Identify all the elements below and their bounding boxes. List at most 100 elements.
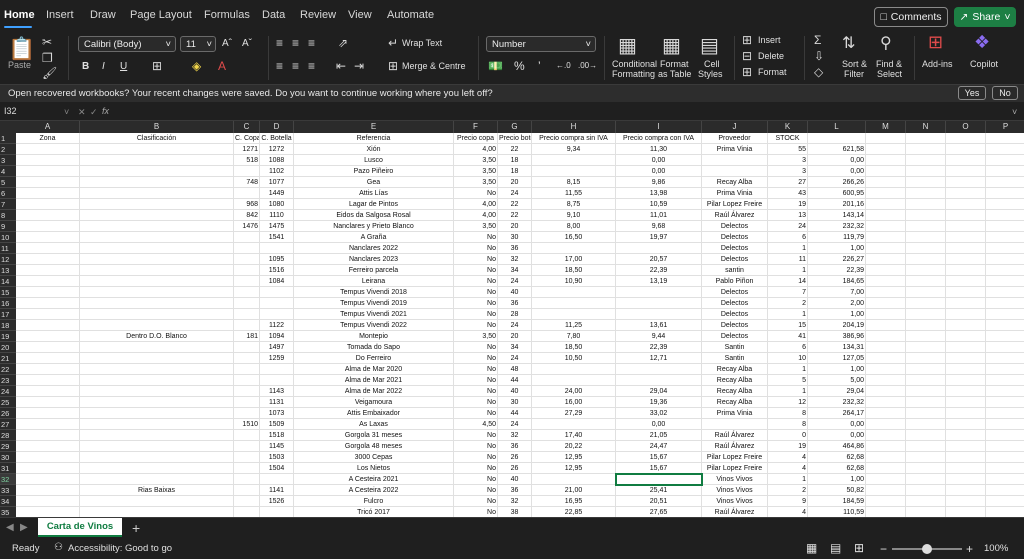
- cell[interactable]: No: [454, 254, 498, 265]
- cell[interactable]: 1541: [260, 232, 294, 243]
- cell[interactable]: 1259: [260, 353, 294, 364]
- fill-color-icon[interactable]: ◈: [192, 60, 201, 72]
- cell[interactable]: Tempus Vivendi 2022: [294, 320, 454, 331]
- cell[interactable]: 7: [768, 287, 808, 298]
- cell[interactable]: 50,82: [808, 485, 866, 496]
- cell[interactable]: [532, 474, 616, 485]
- cell[interactable]: 44: [498, 408, 532, 419]
- align-right-icon[interactable]: ≡: [308, 60, 315, 72]
- cell[interactable]: [260, 507, 294, 517]
- cell[interactable]: [866, 199, 906, 210]
- cell[interactable]: [532, 375, 616, 386]
- cell[interactable]: [946, 452, 986, 463]
- row-header[interactable]: 15: [0, 287, 16, 298]
- cell[interactable]: Tempus Vivendi 2018: [294, 287, 454, 298]
- cell[interactable]: 22: [498, 144, 532, 155]
- cell[interactable]: 22: [498, 199, 532, 210]
- cell[interactable]: [616, 243, 702, 254]
- cell[interactable]: [234, 485, 260, 496]
- cell[interactable]: [234, 309, 260, 320]
- paste-icon[interactable]: 📋: [8, 38, 35, 60]
- cell[interactable]: 1449: [260, 188, 294, 199]
- column-header-e[interactable]: E: [294, 121, 454, 133]
- cell[interactable]: [234, 232, 260, 243]
- cell[interactable]: [986, 452, 1024, 463]
- cell[interactable]: [16, 496, 80, 507]
- cell[interactable]: 127,05: [808, 353, 866, 364]
- decrease-decimal-icon[interactable]: .00→: [578, 61, 597, 70]
- cell[interactable]: 9: [768, 496, 808, 507]
- row-header[interactable]: 17: [0, 309, 16, 320]
- cell[interactable]: No: [454, 485, 498, 496]
- cell[interactable]: 34: [498, 265, 532, 276]
- cell[interactable]: [946, 276, 986, 287]
- cell[interactable]: [16, 144, 80, 155]
- cell[interactable]: No: [454, 507, 498, 517]
- worksheet-grid[interactable]: ABCDEFGHIJKLMNOPQ 1234567891011121314151…: [0, 121, 1024, 517]
- cell[interactable]: No: [454, 309, 498, 320]
- cell[interactable]: 20,57: [616, 254, 702, 265]
- cell[interactable]: 20: [498, 221, 532, 232]
- cell[interactable]: [946, 485, 986, 496]
- cell[interactable]: [946, 419, 986, 430]
- cell[interactable]: 0,00: [808, 419, 866, 430]
- cell[interactable]: [986, 276, 1024, 287]
- cell[interactable]: [866, 177, 906, 188]
- row-header[interactable]: 33: [0, 485, 16, 496]
- cell[interactable]: [16, 199, 80, 210]
- cell[interactable]: [866, 430, 906, 441]
- cell[interactable]: [866, 309, 906, 320]
- cell[interactable]: [16, 419, 80, 430]
- page-layout-view-icon[interactable]: ▤: [830, 541, 841, 555]
- cell[interactable]: 28: [498, 309, 532, 320]
- row-header[interactable]: 28: [0, 430, 16, 441]
- cell[interactable]: [234, 408, 260, 419]
- cell[interactable]: 62,68: [808, 452, 866, 463]
- cell[interactable]: Raúl Álvarez: [702, 210, 768, 221]
- cell[interactable]: [946, 320, 986, 331]
- row-header[interactable]: 35: [0, 507, 16, 517]
- cell[interactable]: [946, 243, 986, 254]
- cell[interactable]: 1476: [234, 221, 260, 232]
- comma-icon[interactable]: ’: [538, 59, 541, 73]
- cell[interactable]: 30: [498, 232, 532, 243]
- sort-filter-button[interactable]: Sort &: [842, 59, 867, 69]
- cell[interactable]: 7,00: [808, 287, 866, 298]
- row-header[interactable]: 25: [0, 397, 16, 408]
- cell[interactable]: [986, 320, 1024, 331]
- cell[interactable]: [986, 155, 1024, 166]
- cell[interactable]: Attis Lías: [294, 188, 454, 199]
- formula-input[interactable]: [124, 106, 1014, 119]
- cell[interactable]: 36: [498, 485, 532, 496]
- cell[interactable]: 16,95: [532, 496, 616, 507]
- cell[interactable]: [16, 364, 80, 375]
- cell[interactable]: Referencia: [294, 133, 454, 144]
- cell[interactable]: 40: [498, 287, 532, 298]
- row-header[interactable]: 14: [0, 276, 16, 287]
- cell[interactable]: [80, 155, 234, 166]
- cell[interactable]: [234, 188, 260, 199]
- column-header-p[interactable]: P: [986, 121, 1024, 133]
- cell[interactable]: 38: [498, 507, 532, 517]
- cell[interactable]: 34: [498, 342, 532, 353]
- cell[interactable]: No: [454, 320, 498, 331]
- cell[interactable]: 1,00: [808, 474, 866, 485]
- expand-formula-icon[interactable]: ˅: [1012, 107, 1017, 117]
- cell[interactable]: [80, 188, 234, 199]
- cell[interactable]: No: [454, 496, 498, 507]
- cell[interactable]: [16, 408, 80, 419]
- italic-button[interactable]: I: [102, 61, 105, 72]
- cell[interactable]: 19,36: [616, 397, 702, 408]
- cell[interactable]: [906, 386, 946, 397]
- cell[interactable]: No: [454, 408, 498, 419]
- cell[interactable]: 0: [768, 430, 808, 441]
- cell[interactable]: [906, 353, 946, 364]
- zoom-out-button[interactable]: −: [880, 542, 887, 556]
- cell[interactable]: Delectos: [702, 243, 768, 254]
- cell[interactable]: Precio copa: [454, 133, 498, 144]
- tab-review[interactable]: Review: [300, 9, 336, 21]
- prev-sheet-icon[interactable]: ◀: [6, 522, 14, 533]
- cell[interactable]: [80, 386, 234, 397]
- cell[interactable]: [986, 298, 1024, 309]
- cell[interactable]: Delectos: [702, 331, 768, 342]
